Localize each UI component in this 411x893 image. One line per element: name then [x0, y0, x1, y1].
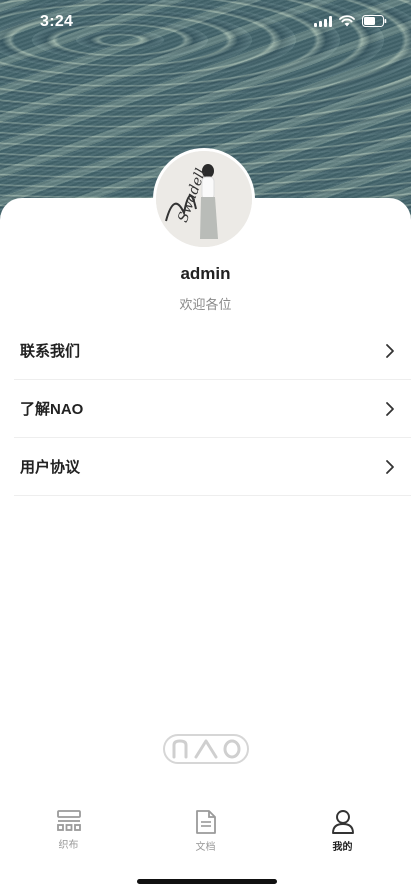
settings-menu: 联系我们 了解NAO 用户协议: [14, 322, 411, 496]
status-icons: [314, 15, 387, 27]
tab-fabric[interactable]: 织布: [0, 800, 137, 860]
menu-item-contact-us[interactable]: 联系我们: [14, 322, 411, 380]
document-icon: [194, 809, 218, 835]
tab-label: 我的: [332, 842, 353, 853]
welcome-text: 欢迎各位: [179, 297, 232, 312]
status-bar: 3:24: [0, 0, 411, 44]
menu-item-label: 用户协议: [20, 459, 81, 476]
chevron-right-icon: [385, 459, 395, 475]
menu-item-label: 联系我们: [20, 343, 81, 360]
avatar[interactable]: Swadell: [153, 148, 255, 250]
battery-icon: [362, 15, 387, 27]
wifi-icon: [339, 15, 355, 27]
menu-item-about-nao[interactable]: 了解NAO: [14, 380, 411, 438]
home-indicator: [137, 879, 277, 884]
username: admin: [180, 264, 231, 283]
tab-documents[interactable]: 文档: [137, 800, 274, 860]
menu-item-label: 了解NAO: [20, 401, 84, 418]
nao-logo: [162, 732, 250, 766]
bottom-tab-bar: 织布 文档 我的: [0, 800, 411, 860]
user-icon: [331, 809, 355, 835]
chevron-right-icon: [385, 401, 395, 417]
tab-label: 织布: [58, 840, 79, 851]
cellular-signal-icon: [314, 15, 332, 27]
menu-item-user-agreement[interactable]: 用户协议: [14, 438, 411, 496]
tab-mine[interactable]: 我的: [274, 800, 411, 860]
chevron-right-icon: [385, 343, 395, 359]
fabric-icon: [56, 809, 82, 833]
status-time: 3:24: [40, 13, 74, 30]
tab-label: 文档: [195, 842, 216, 853]
